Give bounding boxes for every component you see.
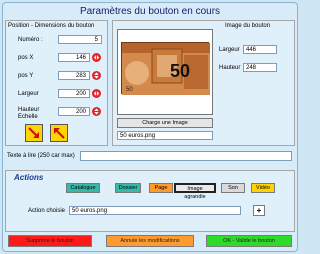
cancel-button[interactable]: Annule les modifications <box>106 235 194 247</box>
image-hauteur-label: Hauteur <box>219 65 241 71</box>
largeur-field[interactable]: 200 <box>58 89 90 98</box>
button-image-preview: 50 50 <box>117 29 213 115</box>
arrow-down-right-icon <box>28 127 39 138</box>
text-to-read-input[interactable] <box>80 151 292 161</box>
image-largeur-field: 446 <box>243 45 277 54</box>
image-largeur-label: Largeur <box>219 47 240 53</box>
text-to-read-label: Texte à lire (250 car max) <box>7 153 75 159</box>
add-action-button[interactable]: + <box>253 205 265 216</box>
pos-x-field[interactable]: 146 <box>58 53 90 62</box>
son-button[interactable]: Son <box>221 183 245 193</box>
position-group: Position - Dimensions du bouton Numéro :… <box>5 20 108 146</box>
delete-button[interactable]: Supprime le bouton <box>8 235 92 247</box>
action-choisie-label: Action choisie <box>28 208 66 214</box>
numero-field[interactable]: 5 <box>58 35 102 44</box>
image-group-title: Image du bouton <box>225 23 271 29</box>
image-agrandie-button[interactable]: Image agrandie <box>174 183 216 200</box>
ok-button[interactable]: OK - Valide le bouton <box>206 235 292 247</box>
actions-title: Actions <box>14 173 44 182</box>
pos-y-spinner-icon[interactable] <box>92 71 101 80</box>
hauteur-label: Hauteur Echelle <box>18 107 40 120</box>
largeur-label: Largeur <box>18 91 39 97</box>
svg-text:50: 50 <box>170 61 190 81</box>
pos-y-label: pos Y <box>18 73 34 79</box>
numero-label: Numéro : <box>18 37 43 43</box>
hauteur-spinner-icon[interactable] <box>92 107 101 116</box>
actions-group: Actions Catalogue Dossier Page Image agr… <box>5 170 295 232</box>
action-choisie-field: 50 euros.png <box>69 206 241 215</box>
pos-y-field[interactable]: 283 <box>58 71 90 80</box>
hauteur-field[interactable]: 200 <box>58 107 90 116</box>
image-filename-field: 50 euros.png <box>117 131 213 140</box>
banknote-image: 50 50 <box>122 43 210 95</box>
dossier-button[interactable]: Dossier <box>115 183 141 193</box>
position-group-title: Position - Dimensions du bouton <box>8 23 95 29</box>
image-group: Image du bouton 50 50 Largeur 446 Hauteu… <box>112 20 295 146</box>
image-hauteur-field: 248 <box>243 63 277 72</box>
pos-x-label: pos X <box>18 55 34 61</box>
page-button[interactable]: Page <box>149 183 173 193</box>
arrow-up-left-icon <box>54 128 65 139</box>
pos-x-spinner-icon[interactable] <box>92 53 101 62</box>
charge-image-button[interactable]: Charge une Image <box>117 118 213 128</box>
svg-text:50: 50 <box>126 87 133 93</box>
resize-up-left-button[interactable] <box>50 124 68 142</box>
catalogue-button[interactable]: Catalogue <box>66 183 100 193</box>
video-button[interactable]: Vidéo <box>251 183 275 193</box>
window-title: Paramètres du bouton en cours <box>79 6 221 17</box>
resize-down-right-button[interactable] <box>25 124 43 142</box>
largeur-spinner-icon[interactable] <box>92 89 101 98</box>
